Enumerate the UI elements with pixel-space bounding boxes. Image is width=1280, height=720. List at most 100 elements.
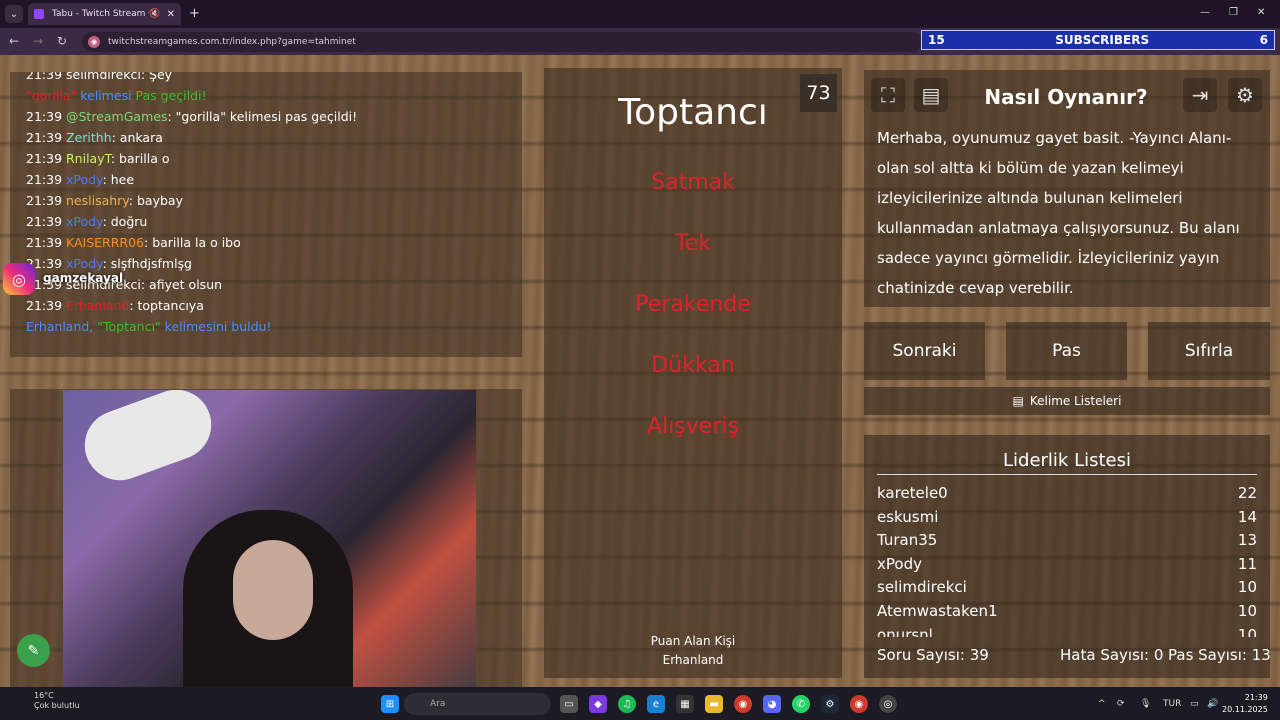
- chat-message: 21:39 xPody: doğru: [26, 211, 506, 232]
- subs-label: SUBSCRIBERS: [1055, 33, 1150, 47]
- start-icon[interactable]: ⊞: [381, 695, 399, 713]
- chat-user: KAISERRR06: [66, 235, 145, 250]
- chat-text: : baybay: [128, 193, 183, 208]
- minimize-icon[interactable]: —: [1200, 7, 1210, 18]
- leaderboard-row: Atemwastaken1 10: [877, 600, 1257, 624]
- leaderboard-name: selimdirekci: [877, 578, 967, 597]
- store-icon[interactable]: ▦: [676, 695, 694, 713]
- chat-text: "Toptancı": [97, 319, 161, 334]
- chrome-icon[interactable]: ◉: [734, 695, 752, 713]
- browser-tab[interactable]: Tabu - Twitch Stream Games 🔇 ✕: [28, 3, 181, 25]
- leaderboard-score: 10: [1237, 578, 1257, 597]
- twitch-favicon-icon: [34, 9, 44, 19]
- leaderboard-list[interactable]: karetele0 22 eskusmi 14 Turan35 13 xPody 11 seli…: [877, 482, 1257, 637]
- chat-user: xPody: [66, 214, 103, 229]
- site-info-icon[interactable]: ◉: [88, 36, 100, 48]
- back-icon[interactable]: ←: [9, 34, 19, 48]
- forbidden-word: Satmak: [651, 170, 735, 195]
- scorer-info: Puan Alan Kişi Erhanland: [544, 632, 842, 670]
- chat-message: 21:39 xPody: hee: [26, 169, 506, 190]
- subs-right-count: 6: [1259, 33, 1268, 47]
- pass-button[interactable]: Pas: [1006, 322, 1127, 380]
- restore-icon[interactable]: ❐: [1229, 7, 1238, 18]
- error-count: Hata Sayısı: 0: [1060, 646, 1164, 664]
- copilot-icon[interactable]: ◆: [589, 695, 607, 713]
- clock[interactable]: 21:39 20.11.2025: [1222, 692, 1268, 716]
- chat-user: xPody: [66, 172, 103, 187]
- subs-left-count: 15: [928, 33, 945, 47]
- leaderboard-score: 14: [1237, 507, 1257, 526]
- chat-message: 21:39 RnilayT: barilla o: [26, 148, 506, 169]
- weather-temp: 16°C: [34, 691, 54, 700]
- steam-icon[interactable]: ⚙: [821, 695, 839, 713]
- chat-text: : ankara: [111, 130, 163, 145]
- chat-time: 21:39: [26, 193, 66, 208]
- list-icon: ▤: [1012, 394, 1024, 408]
- leaderboard-name: onursnl: [877, 625, 933, 637]
- leaderboard-row: xPody 11: [877, 553, 1257, 577]
- chat-time: 21:39: [26, 298, 66, 313]
- forbidden-word: Tek: [675, 231, 711, 256]
- help-title: Nasıl Oynanır?: [984, 85, 1148, 109]
- leaderboard-title: Liderlik Listesi: [1003, 450, 1131, 471]
- chat-time: 21:39: [26, 172, 66, 187]
- sync-icon[interactable]: ⟳: [1117, 699, 1125, 709]
- gear-icon[interactable]: ⚙: [1228, 78, 1262, 112]
- leaderboard-score: 10: [1237, 601, 1257, 620]
- next-button[interactable]: Sonraki: [864, 322, 985, 380]
- chrome-active-icon[interactable]: ◉: [850, 695, 868, 713]
- discord-icon[interactable]: ◕: [763, 695, 781, 713]
- weather-widget[interactable]: 16°C Çok bulutlu: [10, 691, 80, 711]
- leaderboard-name: xPody: [877, 554, 922, 573]
- chat-text: : Şey: [140, 72, 173, 82]
- logout-icon[interactable]: ⇥: [1183, 78, 1217, 112]
- forward-icon[interactable]: →: [33, 34, 43, 48]
- scorer-name: Erhanland: [662, 653, 724, 667]
- chat-message: 21:39 Erhanland: toptancıya: [26, 295, 506, 316]
- whatsapp-icon[interactable]: ✆: [792, 695, 810, 713]
- task-view-icon[interactable]: ▭: [560, 695, 578, 713]
- taskbar: [0, 687, 1280, 720]
- chat-text: : hee: [102, 172, 135, 187]
- display-icon[interactable]: ▭: [1190, 699, 1199, 709]
- folder-icon[interactable]: ▬: [705, 695, 723, 713]
- reset-button[interactable]: Sıfırla: [1148, 322, 1270, 380]
- close-window-icon[interactable]: ✕: [1257, 7, 1265, 18]
- webcam-feed: [63, 390, 476, 706]
- chat-text: : slşfhdjsfmlşg: [102, 256, 192, 271]
- chat-time: 21:39: [26, 151, 66, 166]
- chat-user: selimdirekci: [66, 72, 141, 82]
- close-tab-icon[interactable]: ✕: [167, 9, 175, 20]
- fullscreen-icon[interactable]: ⛶: [871, 78, 905, 112]
- chat-text: : barilla o: [110, 151, 170, 166]
- language-indicator[interactable]: TUR: [1163, 699, 1181, 709]
- url-field[interactable]: ◉ twitchstreamgames.com.tr/index.php?gam…: [82, 32, 922, 52]
- reload-icon[interactable]: ↻: [57, 34, 67, 48]
- new-tab-icon[interactable]: +: [189, 6, 200, 21]
- notes-icon[interactable]: ▤: [914, 78, 948, 112]
- chat-time: 21:39: [26, 130, 66, 145]
- mute-tab-icon[interactable]: 🔇: [149, 9, 160, 19]
- leaderboard-score: 22: [1237, 484, 1257, 502]
- mic-icon[interactable]: 🎙: [1140, 699, 1151, 709]
- forbidden-word: Perakende: [635, 292, 751, 317]
- chat-message: 21:39 @StreamGames: "gorilla" kelimesi p…: [26, 106, 506, 127]
- edge-icon[interactable]: e: [647, 695, 665, 713]
- tab-search-icon[interactable]: ⌄: [5, 5, 23, 23]
- leaderboard-name: eskusmi: [877, 507, 939, 526]
- spotify-icon[interactable]: ♫: [618, 695, 636, 713]
- target-word: Toptancı: [618, 92, 768, 133]
- chat-message: 21:39 Zerithh: ankara: [26, 127, 506, 148]
- chat-message: 21:39 neslisahry: baybay: [26, 190, 506, 211]
- word-lists-button[interactable]: ▤ Kelime Listeleri: [864, 387, 1270, 415]
- edit-icon[interactable]: ✎: [17, 634, 50, 667]
- obs-icon[interactable]: ◎: [879, 695, 897, 713]
- forbidden-word: Dükkan: [651, 353, 735, 378]
- volume-icon[interactable]: 🔊: [1207, 699, 1218, 709]
- instagram-icon: ◎: [3, 263, 35, 295]
- chat-user: xPody: [66, 256, 103, 271]
- chat-message: 21:39 selimdirekci: Şey: [26, 72, 506, 85]
- taskbar-search[interactable]: Ara: [404, 693, 551, 715]
- chat-user: Zerithh: [66, 130, 112, 145]
- tray-expand-icon[interactable]: ^: [1098, 699, 1106, 709]
